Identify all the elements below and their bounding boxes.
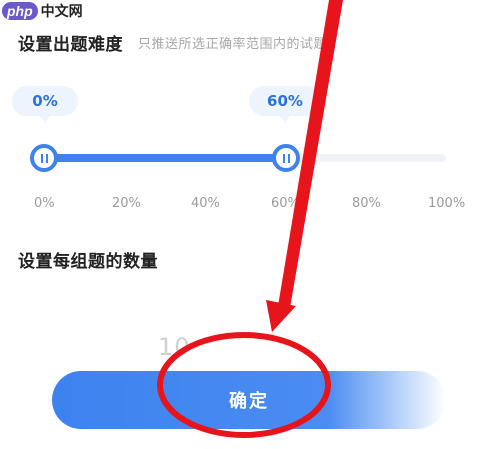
- tick-label: 80%: [352, 196, 381, 211]
- question-count-picker[interactable]: 10: [158, 333, 191, 361]
- tick-label: 20%: [112, 196, 141, 211]
- tick-label: 60%: [271, 196, 300, 211]
- tick-label: 100%: [428, 196, 466, 211]
- question-count-title: 设置每组题的数量: [18, 252, 158, 272]
- watermark: php 中文网: [2, 0, 83, 22]
- handle-grip-icon: [282, 153, 290, 163]
- slider-max-handle[interactable]: [272, 144, 300, 172]
- watermark-logo: php: [2, 2, 38, 20]
- min-value-bubble: 0%: [12, 86, 78, 122]
- difficulty-title: 设置出题难度: [18, 35, 123, 55]
- confirm-button[interactable]: 确定: [52, 371, 446, 429]
- difficulty-settings-panel: php 中文网 设置出题难度 只推送所选正确率范围内的试题 0% 60% 0% …: [0, 0, 493, 449]
- slider-min-handle[interactable]: [30, 144, 58, 172]
- tick-label: 0%: [34, 196, 55, 211]
- difficulty-hint: 只推送所选正确率范围内的试题: [138, 37, 328, 52]
- tick-label: 40%: [191, 196, 220, 211]
- annotation-arrow-head: [266, 300, 296, 332]
- max-value-bubble: 60%: [249, 86, 321, 122]
- handle-grip-icon: [40, 153, 48, 163]
- slider-selected-range: [44, 154, 286, 162]
- watermark-text: 中文网: [40, 3, 83, 19]
